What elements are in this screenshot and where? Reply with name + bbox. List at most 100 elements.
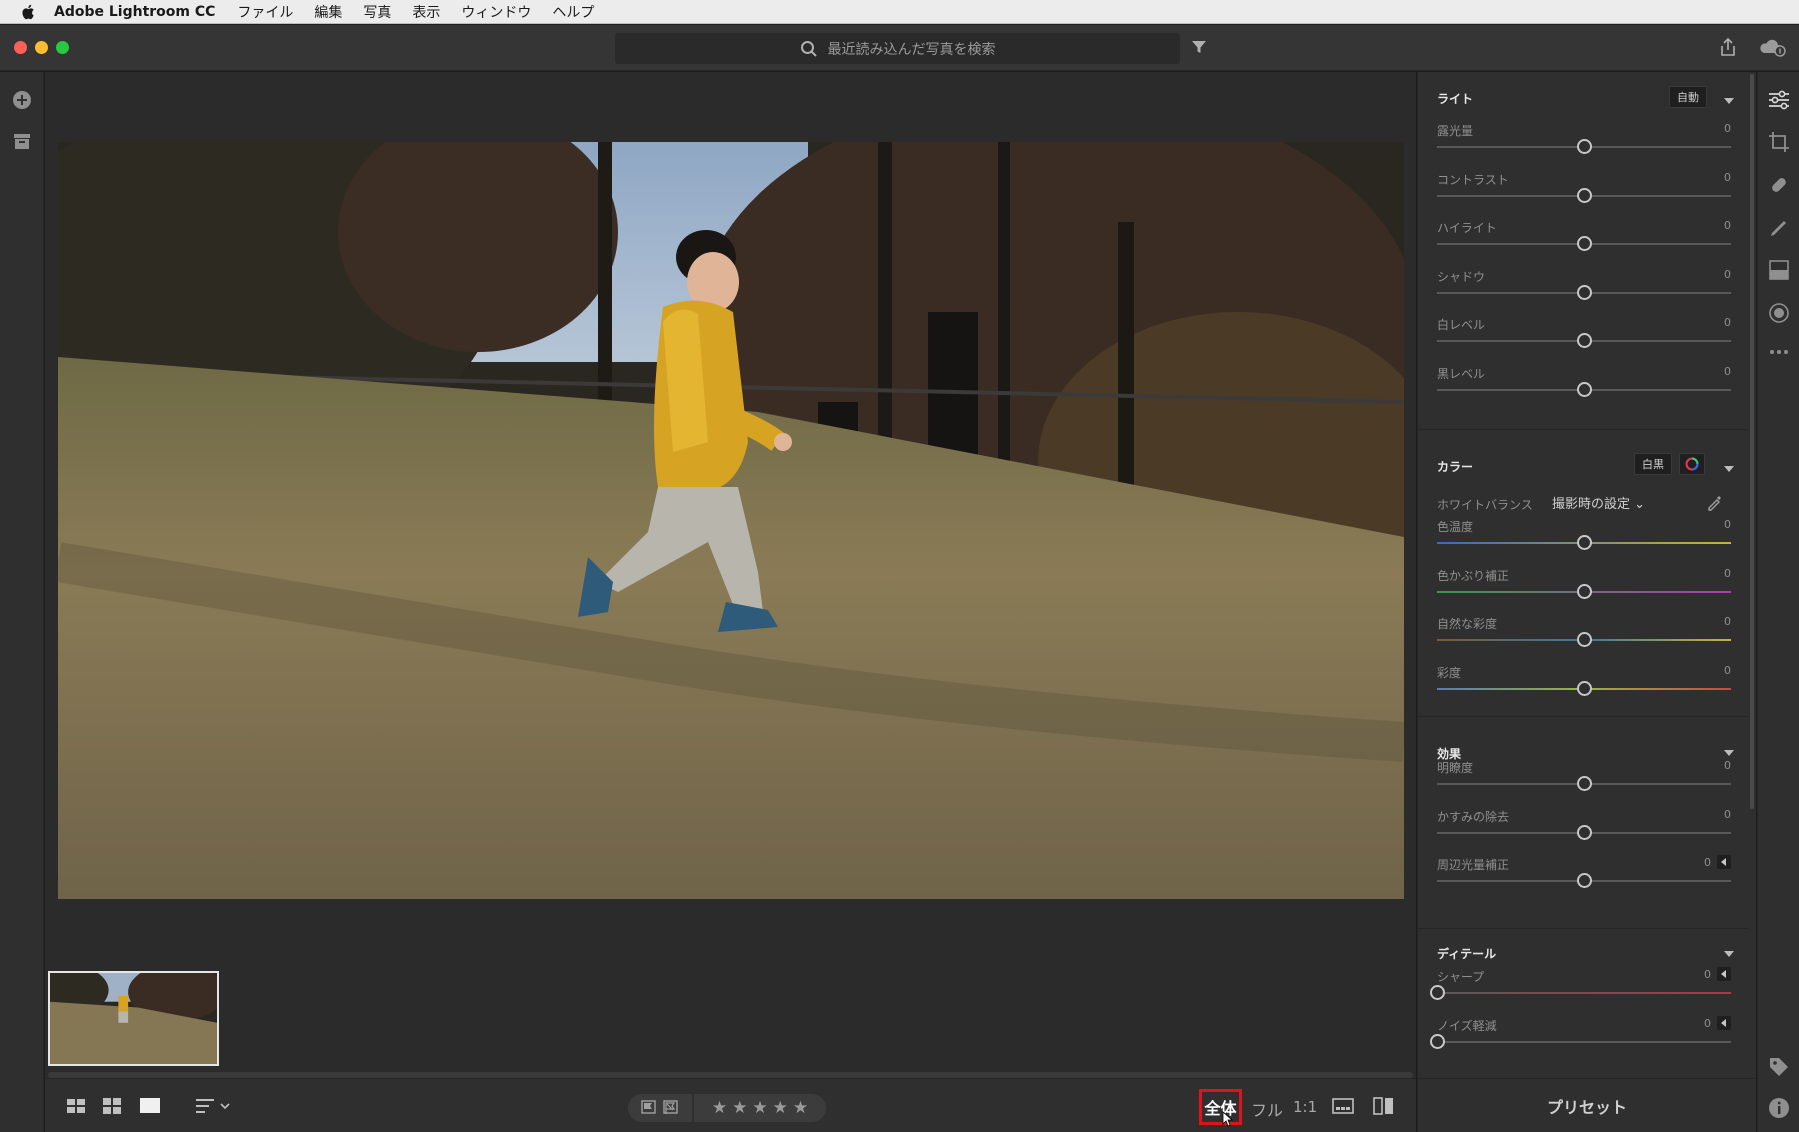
panel-scrollbar[interactable]: [1750, 74, 1754, 809]
edit-sliders-icon[interactable]: [1767, 88, 1791, 112]
slider-value[interactable]: 0: [1724, 268, 1731, 281]
slider-track[interactable]: [1437, 1040, 1731, 1043]
color-mixer-button[interactable]: [1679, 453, 1705, 475]
filmstrip-thumbnail[interactable]: [48, 971, 219, 1066]
search-placeholder: 最近読み込んだ写真を検索: [827, 41, 996, 58]
slider-handle[interactable]: [1577, 873, 1592, 888]
star-3[interactable]: ★: [752, 1098, 767, 1118]
keyword-tag-icon[interactable]: [1767, 1055, 1791, 1079]
slider-handle[interactable]: [1577, 333, 1592, 348]
detail-collapse-icon[interactable]: [1724, 951, 1734, 957]
slider-handle[interactable]: [1577, 583, 1592, 599]
color-collapse-icon[interactable]: [1724, 466, 1734, 472]
menu-photo[interactable]: 写真: [363, 2, 391, 22]
slider-label: 色温度: [1437, 520, 1474, 534]
slider-value[interactable]: 0: [1724, 567, 1731, 580]
auto-button[interactable]: 自動: [1669, 86, 1707, 108]
menu-file[interactable]: ファイル: [237, 2, 293, 22]
pick-flag-icon[interactable]: [641, 1100, 657, 1116]
zoom-fit-button[interactable]: 全体: [1199, 1089, 1242, 1125]
slider-value[interactable]: 0: [1724, 615, 1731, 628]
add-photos-icon[interactable]: [11, 89, 33, 111]
zoom-window-button[interactable]: [56, 41, 69, 54]
slider-handle[interactable]: [1430, 1033, 1445, 1049]
star-1[interactable]: ★: [712, 1098, 727, 1118]
slider-value[interactable]: 0: [1724, 664, 1731, 677]
reject-flag-icon[interactable]: [663, 1100, 679, 1116]
slider-value[interactable]: 0: [1704, 1017, 1711, 1030]
slider-value[interactable]: 0: [1724, 365, 1731, 378]
slider-handle[interactable]: [1577, 680, 1592, 696]
slider-value[interactable]: 0: [1724, 171, 1731, 184]
slider-label: 自然な彩度: [1437, 617, 1498, 631]
app-name-menu[interactable]: Adobe Lightroom CC: [54, 4, 215, 20]
search-field[interactable]: 最近読み込んだ写真を検索: [615, 33, 1180, 64]
slider-handle[interactable]: [1577, 284, 1592, 300]
more-options-icon[interactable]: [1767, 340, 1791, 364]
photo-grid-view-icon[interactable]: [103, 1097, 123, 1115]
expand-slider-icon[interactable]: [1717, 855, 1731, 869]
slider-label: ノイズ軽減: [1437, 1018, 1497, 1033]
slider-handle[interactable]: [1577, 632, 1592, 647]
zoom-1to1-button[interactable]: 1:1: [1293, 1098, 1317, 1116]
filter-icon[interactable]: [1191, 39, 1207, 55]
slider-value[interactable]: 0: [1724, 759, 1731, 772]
sort-menu-icon[interactable]: [195, 1097, 231, 1115]
main-photo[interactable]: [58, 142, 1404, 899]
crop-icon[interactable]: [1767, 130, 1791, 154]
eyedropper-icon[interactable]: [1706, 493, 1724, 511]
slider-value[interactable]: 0: [1724, 808, 1731, 821]
slider-value[interactable]: 0: [1704, 856, 1711, 869]
zoom-full-button[interactable]: フル: [1251, 1097, 1283, 1121]
brush-icon[interactable]: [1767, 216, 1791, 240]
linear-gradient-icon[interactable]: [1767, 258, 1791, 282]
slider-value[interactable]: 0: [1704, 968, 1711, 981]
slider-value[interactable]: 0: [1724, 518, 1731, 531]
healing-brush-icon[interactable]: [1767, 173, 1791, 197]
slider-value[interactable]: 0: [1724, 219, 1731, 232]
detail-view-icon[interactable]: [140, 1097, 160, 1115]
presets-button[interactable]: プリセット: [1417, 1078, 1756, 1132]
slider-handle[interactable]: [1430, 985, 1445, 1000]
slider-handle[interactable]: [1577, 535, 1592, 550]
white-balance-dropdown[interactable]: 撮影時の設定 ⌄: [1552, 493, 1645, 512]
slider-handle[interactable]: [1577, 139, 1592, 154]
star-2[interactable]: ★: [732, 1098, 747, 1118]
slider-row: シャープ 0: [1430, 967, 1731, 1008]
slider-handle[interactable]: [1577, 187, 1592, 203]
cloud-sync-icon[interactable]: [1758, 37, 1788, 57]
menu-window[interactable]: ウィンドウ: [461, 2, 531, 22]
slider-handle[interactable]: [1577, 381, 1592, 397]
square-grid-view-icon[interactable]: [67, 1097, 87, 1115]
slider-handle[interactable]: [1577, 824, 1592, 840]
close-window-button[interactable]: [14, 41, 27, 54]
slider-row: コントラスト 0: [1437, 171, 1731, 211]
slider-label: 明瞭度: [1437, 761, 1474, 775]
slider-handle[interactable]: [1577, 236, 1592, 251]
effects-collapse-icon[interactable]: [1724, 750, 1734, 756]
menubar: Adobe Lightroom CC ファイル 編集 写真 表示 ウィンドウ ヘ…: [0, 0, 1799, 24]
bw-button[interactable]: 白黒: [1634, 453, 1672, 475]
expand-slider-icon[interactable]: [1717, 1015, 1731, 1030]
auto-button-label: 自動: [1677, 91, 1699, 104]
color-title: カラー: [1437, 460, 1474, 474]
info-icon[interactable]: [1767, 1096, 1791, 1120]
star-5[interactable]: ★: [793, 1098, 808, 1118]
compare-view-icon[interactable]: [1373, 1097, 1395, 1115]
slider-value[interactable]: 0: [1724, 122, 1731, 135]
expand-slider-icon[interactable]: [1717, 967, 1731, 981]
menu-view[interactable]: 表示: [412, 2, 440, 22]
light-collapse-icon[interactable]: [1724, 98, 1734, 104]
library-icon[interactable]: [11, 130, 33, 152]
filmstrip-toggle-icon[interactable]: [1332, 1097, 1354, 1115]
menu-help[interactable]: ヘルプ: [552, 2, 594, 22]
radial-gradient-icon[interactable]: [1767, 301, 1791, 325]
share-icon[interactable]: [1718, 37, 1738, 57]
slider-value[interactable]: 0: [1724, 316, 1731, 329]
apple-icon[interactable]: [20, 3, 38, 21]
menu-edit[interactable]: 編集: [314, 2, 342, 22]
slider-track[interactable]: [1437, 992, 1731, 994]
minimize-window-button[interactable]: [35, 41, 48, 54]
star-4[interactable]: ★: [773, 1098, 788, 1118]
slider-handle[interactable]: [1577, 776, 1592, 791]
